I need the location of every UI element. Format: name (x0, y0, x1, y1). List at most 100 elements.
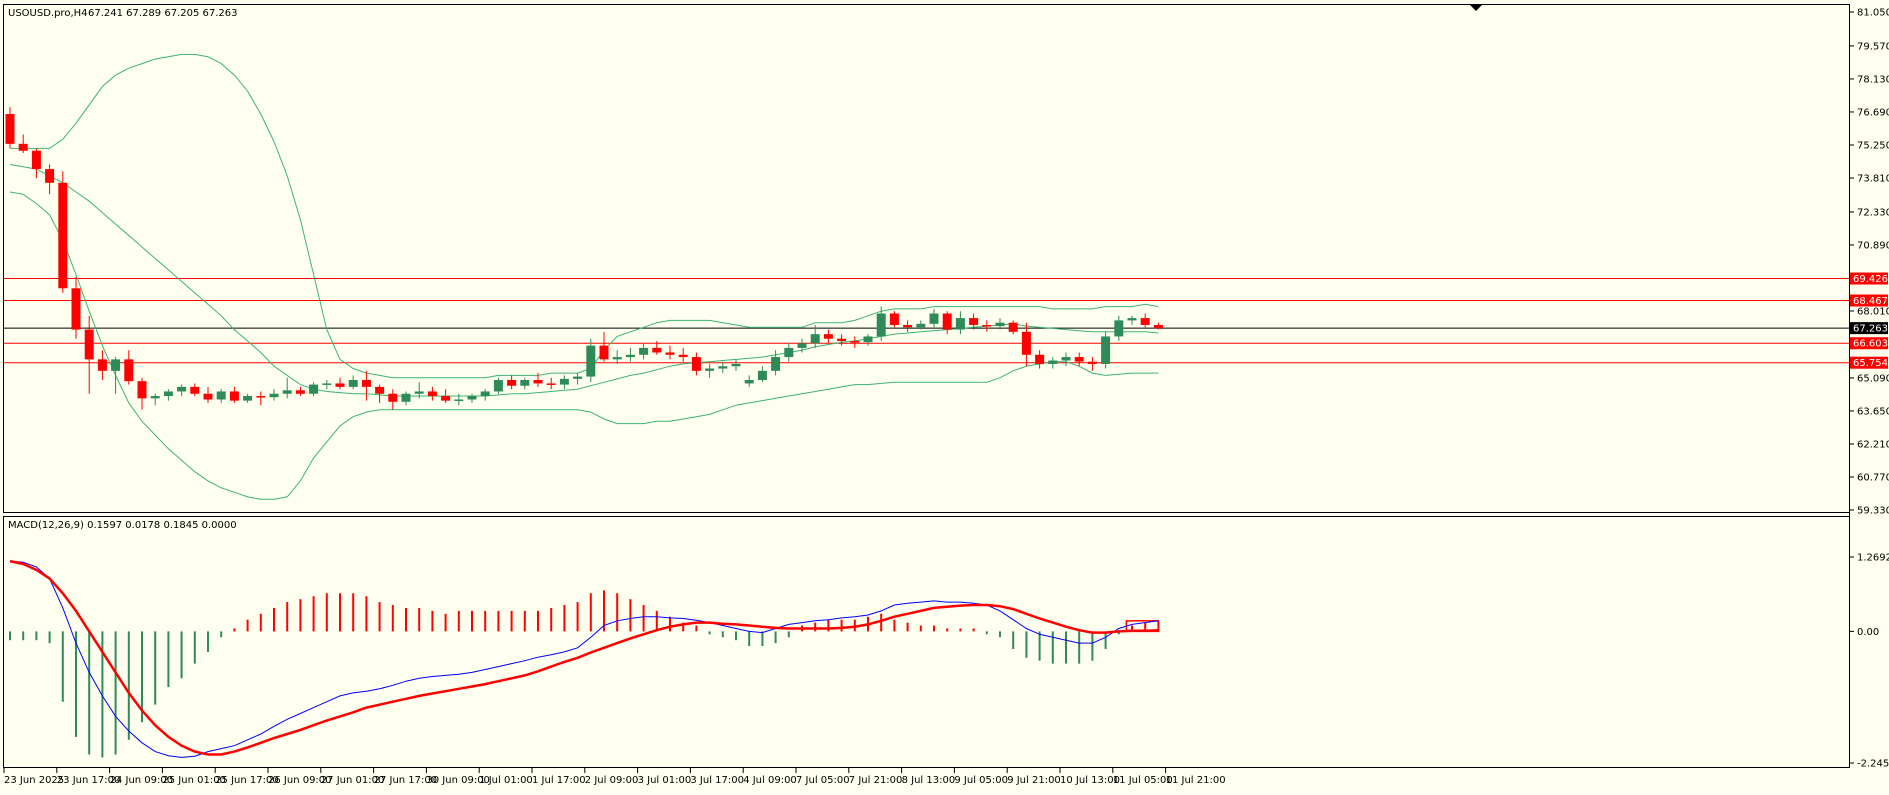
macd-axis-tick-label: 1.2692 (1857, 553, 1889, 564)
time-axis-label: 8 Jul 13:00 (902, 775, 956, 786)
candle-body (1035, 354, 1045, 364)
macd-axis-tick-label: 0.00 (1857, 627, 1879, 638)
candle-body (269, 393, 279, 398)
candle-body (309, 384, 319, 394)
price-axis-tick-label: 60.770 (1857, 472, 1889, 483)
candle-body (335, 383, 345, 387)
time-axis-label: 3 Jul 01:00 (638, 775, 692, 786)
time-axis-label: 4 Jul 09:00 (743, 775, 797, 786)
candle-body (520, 379, 530, 386)
candle-body (612, 357, 622, 360)
candle-body (111, 359, 121, 371)
candle-body (124, 359, 134, 382)
candle-body (150, 396, 160, 399)
candle-body (84, 329, 94, 360)
candle-body (665, 352, 675, 355)
current-price-tag-label: 67.263 (1853, 324, 1888, 335)
candle-body (441, 396, 451, 401)
candle-body (388, 393, 398, 402)
candle-body (1087, 361, 1097, 364)
candle-body (243, 396, 253, 401)
candle-body (995, 322, 1005, 327)
price-axis-tick-label: 62.210 (1857, 439, 1889, 450)
time-axis-label: 7 Jul 21:00 (849, 775, 903, 786)
chart-canvas[interactable]: 81.050 79.570 78.130 76.690 75.250 73.810 72.3… (0, 0, 1889, 792)
candle-body (955, 318, 965, 330)
price-axis-tick-label: 70.890 (1857, 240, 1889, 251)
candle-body (216, 391, 226, 400)
current-price-tag: 67.263 (1850, 322, 1888, 335)
candle-body (1048, 360, 1058, 364)
candle-body (1101, 336, 1111, 364)
price-axis-tick-label: 76.690 (1857, 107, 1889, 118)
candle-body (375, 386, 385, 394)
price-axis-tick-label: 63.650 (1857, 406, 1889, 417)
trading-chart-window: 81.050 79.570 78.130 76.690 75.250 73.810 72.3… (0, 0, 1889, 792)
candle-body (1074, 357, 1084, 362)
candle-body (916, 323, 926, 328)
candle-body (863, 336, 873, 343)
candle-body (573, 376, 583, 379)
time-axis-label: 11 Jul 05:00 (1113, 775, 1173, 786)
candle-body (45, 169, 55, 183)
candle-body (1153, 324, 1163, 329)
candle-body (546, 383, 556, 385)
candle-body (1061, 357, 1071, 361)
time-axis-label: 2 Jul 09:00 (585, 775, 639, 786)
candle-body (507, 379, 517, 386)
candle-body (18, 143, 28, 151)
macd-axis-tick-label: -2.2453 (1857, 759, 1889, 770)
candle-body (97, 359, 107, 371)
candle-body (982, 324, 992, 327)
candle (889, 311, 899, 328)
time-axis-label: 7 Jul 05:00 (796, 775, 850, 786)
time-axis-label: 3 Jul 17:00 (690, 775, 744, 786)
candle (58, 171, 68, 293)
price-axis-tick-label: 68.010 (1857, 306, 1889, 317)
candle-body (757, 370, 767, 380)
candle-body (718, 366, 728, 369)
candle-body (467, 396, 477, 400)
candle-body (771, 357, 781, 371)
price-axis-tick-label: 81.050 (1857, 8, 1889, 19)
candle-body (533, 379, 543, 384)
candle-body (652, 347, 662, 353)
price-level-tag: 68.467 (1850, 294, 1888, 307)
candle-body (969, 318, 979, 325)
candle-body (361, 379, 371, 387)
candle-body (229, 391, 239, 401)
candle-body (256, 396, 266, 398)
candle-body (203, 393, 213, 400)
candle-body (625, 354, 635, 358)
candle-body (797, 343, 807, 348)
candle-body (678, 354, 688, 358)
candle-body (876, 313, 886, 337)
price-axis-tick-label: 72.330 (1857, 207, 1889, 218)
candle-body (823, 334, 833, 339)
candle-body (401, 393, 411, 402)
candle-body (282, 390, 292, 394)
price-level-tag: 69.426 (1850, 272, 1888, 285)
candle-body (493, 379, 503, 392)
candle-body (1127, 318, 1137, 321)
price-level-tag: 66.603 (1850, 337, 1888, 350)
candle-body (58, 182, 68, 289)
candle-body (1008, 322, 1018, 332)
price-level-tag-label: 65.754 (1853, 358, 1888, 369)
candle-body (691, 357, 701, 371)
candle-body (599, 345, 609, 360)
candle-body (295, 390, 305, 394)
candle-body (942, 313, 952, 330)
time-axis-label: 9 Jul 05:00 (954, 775, 1008, 786)
time-axis-label: 23 Jun 2025 (4, 775, 64, 786)
price-axis-tick-label: 75.250 (1857, 140, 1889, 151)
candle-body (1021, 331, 1031, 355)
candle-body (586, 345, 596, 377)
candle-body (705, 368, 715, 371)
candle-body (5, 114, 15, 144)
candle-body (177, 386, 187, 392)
candle-body (639, 347, 649, 355)
price-axis-tick-label: 59.330 (1857, 506, 1889, 517)
candle-body (348, 379, 358, 387)
macd-indicator-label: MACD(12,26,9) 0.1597 0.0178 0.1845 0.000… (8, 520, 237, 531)
